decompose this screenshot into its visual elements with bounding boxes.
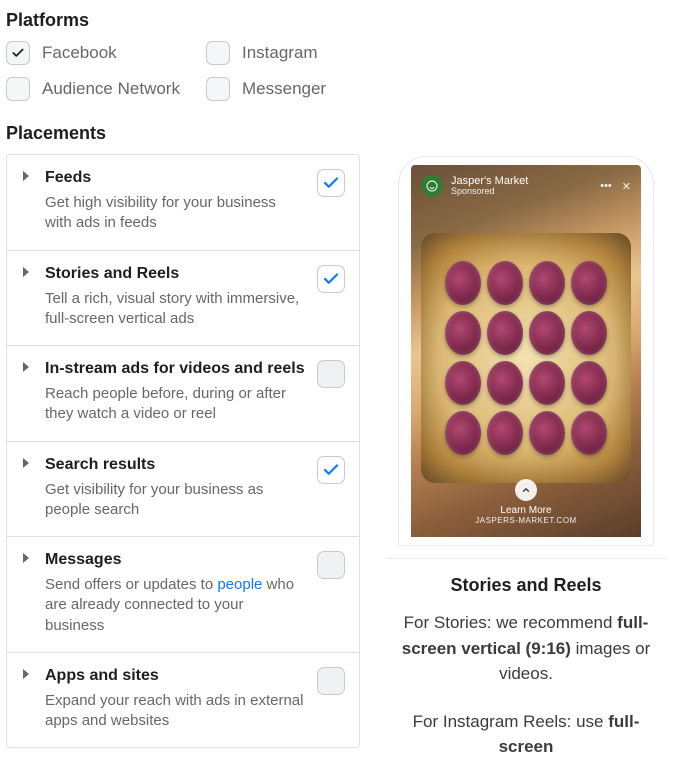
platform-label: Facebook	[42, 43, 117, 63]
placement-row-search-results[interactable]: Search results Get visibility for your b…	[7, 442, 359, 538]
caret-right-icon	[23, 171, 29, 181]
platform-facebook: Facebook	[6, 41, 206, 65]
placement-title: Apps and sites	[45, 667, 305, 685]
placement-row-messages[interactable]: Messages Send offers or updates to peopl…	[7, 537, 359, 653]
placements-heading: Placements	[6, 123, 694, 144]
platform-instagram-checkbox[interactable]	[206, 41, 230, 65]
placement-row-feeds[interactable]: Feeds Get high visibility for your busin…	[7, 155, 359, 251]
placement-desc: Tell a rich, visual story with immersive…	[45, 289, 305, 330]
advertiser-avatar	[421, 175, 443, 197]
platform-instagram: Instagram	[206, 41, 406, 65]
caret-right-icon	[23, 267, 29, 277]
preview-panel: Jasper's Market Sponsored ••• ✕	[386, 154, 666, 760]
placement-feeds-checkbox[interactable]	[317, 169, 345, 197]
placement-search-results-checkbox[interactable]	[317, 456, 345, 484]
placement-messages-checkbox[interactable]	[317, 551, 345, 579]
placement-title: Stories and Reels	[45, 265, 305, 283]
preview-image	[421, 233, 631, 483]
placement-desc: Get visibility for your business as peop…	[45, 480, 305, 521]
caret-right-icon	[23, 553, 29, 563]
platform-messenger-checkbox[interactable]	[206, 77, 230, 101]
placement-stories-reels-checkbox[interactable]	[317, 265, 345, 293]
placement-title: Feeds	[45, 169, 305, 187]
placement-desc: Expand your reach with ads in external a…	[45, 691, 305, 732]
close-icon: ✕	[622, 180, 631, 193]
story-preview: Jasper's Market Sponsored ••• ✕	[411, 165, 641, 537]
phone-mockup: Jasper's Market Sponsored ••• ✕	[398, 156, 654, 546]
platform-facebook-checkbox[interactable]	[6, 41, 30, 65]
more-icon: •••	[600, 180, 612, 192]
placement-apps-sites-checkbox[interactable]	[317, 667, 345, 695]
placement-desc: Reach people before, during or after the…	[45, 384, 305, 425]
preview-text-stories: For Stories: we recommend full-screen ve…	[386, 610, 666, 687]
placement-desc: Send offers or updates to people who are…	[45, 575, 305, 636]
placement-title: In-stream ads for videos and reels	[45, 360, 305, 378]
caret-right-icon	[23, 362, 29, 372]
placement-desc: Get high visibility for your business wi…	[45, 193, 305, 234]
platform-label: Messenger	[242, 79, 326, 99]
platforms-heading: Platforms	[6, 10, 694, 31]
placements-list: Feeds Get high visibility for your busin…	[6, 154, 360, 748]
divider	[386, 558, 666, 559]
preview-heading: Stories and Reels	[386, 575, 666, 596]
platform-audience-network: Audience Network	[6, 77, 206, 101]
placement-row-instream[interactable]: In-stream ads for videos and reels Reach…	[7, 346, 359, 442]
placement-title: Search results	[45, 456, 305, 474]
placement-row-apps-sites[interactable]: Apps and sites Expand your reach with ad…	[7, 653, 359, 748]
preview-text-reels: For Instagram Reels: use full-screen	[386, 709, 666, 760]
caret-right-icon	[23, 458, 29, 468]
platform-audience-network-checkbox[interactable]	[6, 77, 30, 101]
story-cta: Learn More JASPERS-MARKET.COM	[411, 479, 641, 525]
platform-label: Instagram	[242, 43, 318, 63]
advertiser-label: Jasper's Market Sponsored	[451, 175, 528, 197]
placement-row-stories-reels[interactable]: Stories and Reels Tell a rich, visual st…	[7, 251, 359, 347]
people-link[interactable]: people	[217, 576, 262, 593]
chevron-up-icon	[515, 479, 537, 501]
placement-title: Messages	[45, 551, 305, 569]
placement-instream-checkbox[interactable]	[317, 360, 345, 388]
caret-right-icon	[23, 669, 29, 679]
platform-label: Audience Network	[42, 79, 180, 99]
platform-messenger: Messenger	[206, 77, 406, 101]
platforms-grid: Facebook Instagram Audience Network Mess…	[6, 41, 694, 101]
